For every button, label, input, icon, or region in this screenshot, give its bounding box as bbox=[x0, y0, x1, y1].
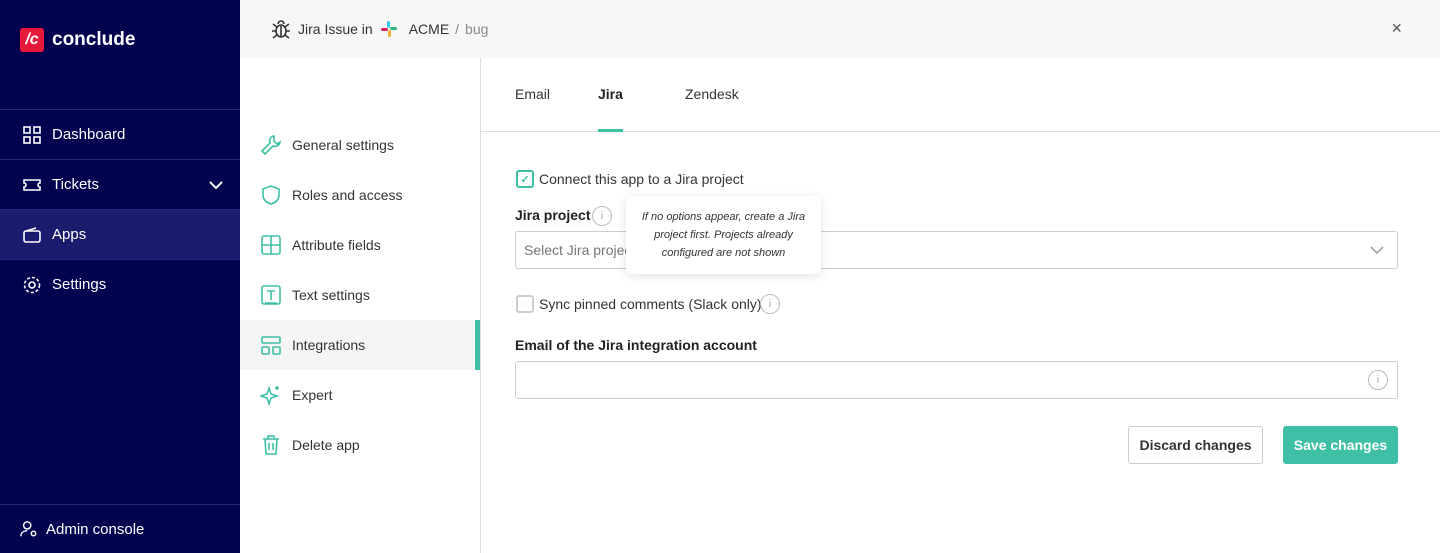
info-icon[interactable]: i bbox=[592, 206, 612, 226]
subnav-general-settings[interactable]: General settings bbox=[240, 120, 480, 170]
chevron-down-icon bbox=[1370, 246, 1384, 255]
subnav-label: Delete app bbox=[292, 437, 360, 453]
discard-changes-button[interactable]: Discard changes bbox=[1128, 426, 1263, 464]
trash-icon bbox=[263, 435, 279, 455]
sidebar-item-label: Apps bbox=[52, 226, 87, 243]
sidebar-item-label: Dashboard bbox=[52, 126, 126, 143]
subnav-label: Integrations bbox=[292, 337, 366, 353]
sidebar: /c conclude Dashboard Tickets Apps Settin… bbox=[0, 0, 240, 553]
sidebar-item-label: Tickets bbox=[52, 176, 99, 193]
bug-icon bbox=[272, 20, 290, 39]
admin-console-link[interactable]: Admin console bbox=[0, 504, 240, 553]
subnav-roles-and-access[interactable]: Roles and access bbox=[240, 170, 480, 220]
grid-icon bbox=[23, 125, 41, 144]
tabs: Email Jira Zendesk bbox=[481, 58, 1440, 132]
admin-label: Admin console bbox=[46, 520, 145, 538]
workspace-name: ACME bbox=[408, 21, 450, 37]
table-icon bbox=[261, 235, 281, 255]
shield-icon bbox=[262, 185, 280, 205]
info-icon[interactable]: i bbox=[1368, 370, 1388, 390]
slack-icon bbox=[380, 21, 397, 37]
subnav-label: Roles and access bbox=[292, 187, 403, 203]
subnav-expert[interactable]: Expert bbox=[240, 370, 480, 420]
settings-subnav: General settings Roles and access Attrib… bbox=[240, 58, 481, 553]
header: Jira Issue in ACME / bug × bbox=[240, 0, 1440, 58]
save-changes-button[interactable]: Save changes bbox=[1283, 426, 1398, 464]
sidebar-item-tickets[interactable]: Tickets bbox=[0, 159, 240, 209]
sync-label: Sync pinned comments (Slack only) bbox=[539, 296, 762, 312]
separator: / bbox=[455, 21, 460, 37]
subnav-label: Expert bbox=[292, 387, 333, 403]
apps-icon bbox=[23, 226, 41, 243]
integrations-icon bbox=[261, 336, 281, 355]
subnav-label: General settings bbox=[292, 137, 394, 153]
subnav-label: Text settings bbox=[292, 287, 370, 303]
subnav-delete-app[interactable]: Delete app bbox=[240, 420, 480, 470]
sidebar-item-settings[interactable]: Settings bbox=[0, 259, 240, 309]
chevron-down-icon[interactable] bbox=[206, 175, 226, 195]
sidebar-item-apps[interactable]: Apps bbox=[0, 209, 240, 259]
logo[interactable]: /c conclude bbox=[20, 28, 135, 52]
header-prefix: Jira Issue in bbox=[298, 21, 373, 37]
subnav-integrations[interactable]: Integrations bbox=[240, 320, 480, 370]
tab-email[interactable]: Email bbox=[515, 86, 550, 102]
gear-icon bbox=[23, 276, 41, 293]
connect-checkbox[interactable]: ✓ bbox=[516, 170, 534, 188]
wrench-icon bbox=[260, 135, 281, 156]
subnav-label: Attribute fields bbox=[292, 237, 381, 253]
tab-jira[interactable]: Jira bbox=[598, 86, 623, 132]
select-placeholder: Select Jira project bbox=[524, 242, 636, 258]
info-icon[interactable]: i bbox=[760, 294, 780, 314]
tab-zendesk[interactable]: Zendesk bbox=[685, 86, 739, 102]
email-input[interactable]: i bbox=[515, 361, 1398, 399]
sidebar-item-label: Settings bbox=[52, 276, 107, 293]
subnav-attribute-fields[interactable]: Attribute fields bbox=[240, 220, 480, 270]
sidebar-item-dashboard[interactable]: Dashboard bbox=[0, 109, 240, 159]
brand-name: conclude bbox=[52, 29, 136, 50]
sparkle-icon bbox=[260, 385, 280, 406]
ticket-icon bbox=[23, 178, 41, 191]
sync-comments-checkbox[interactable] bbox=[516, 295, 534, 313]
text-icon bbox=[261, 285, 281, 305]
email-label: Email of the Jira integration account bbox=[515, 337, 757, 353]
connect-label: Connect this app to a Jira project bbox=[539, 171, 744, 187]
channel-name: bug bbox=[465, 21, 489, 37]
jira-project-label: Jira project bbox=[515, 207, 591, 223]
tooltip: If no options appear, create a Jira proj… bbox=[626, 196, 821, 274]
close-icon[interactable]: × bbox=[1391, 18, 1402, 39]
subnav-text-settings[interactable]: Text settings bbox=[240, 270, 480, 320]
logo-mark: /c bbox=[20, 28, 44, 52]
user-gear-icon bbox=[20, 521, 37, 537]
